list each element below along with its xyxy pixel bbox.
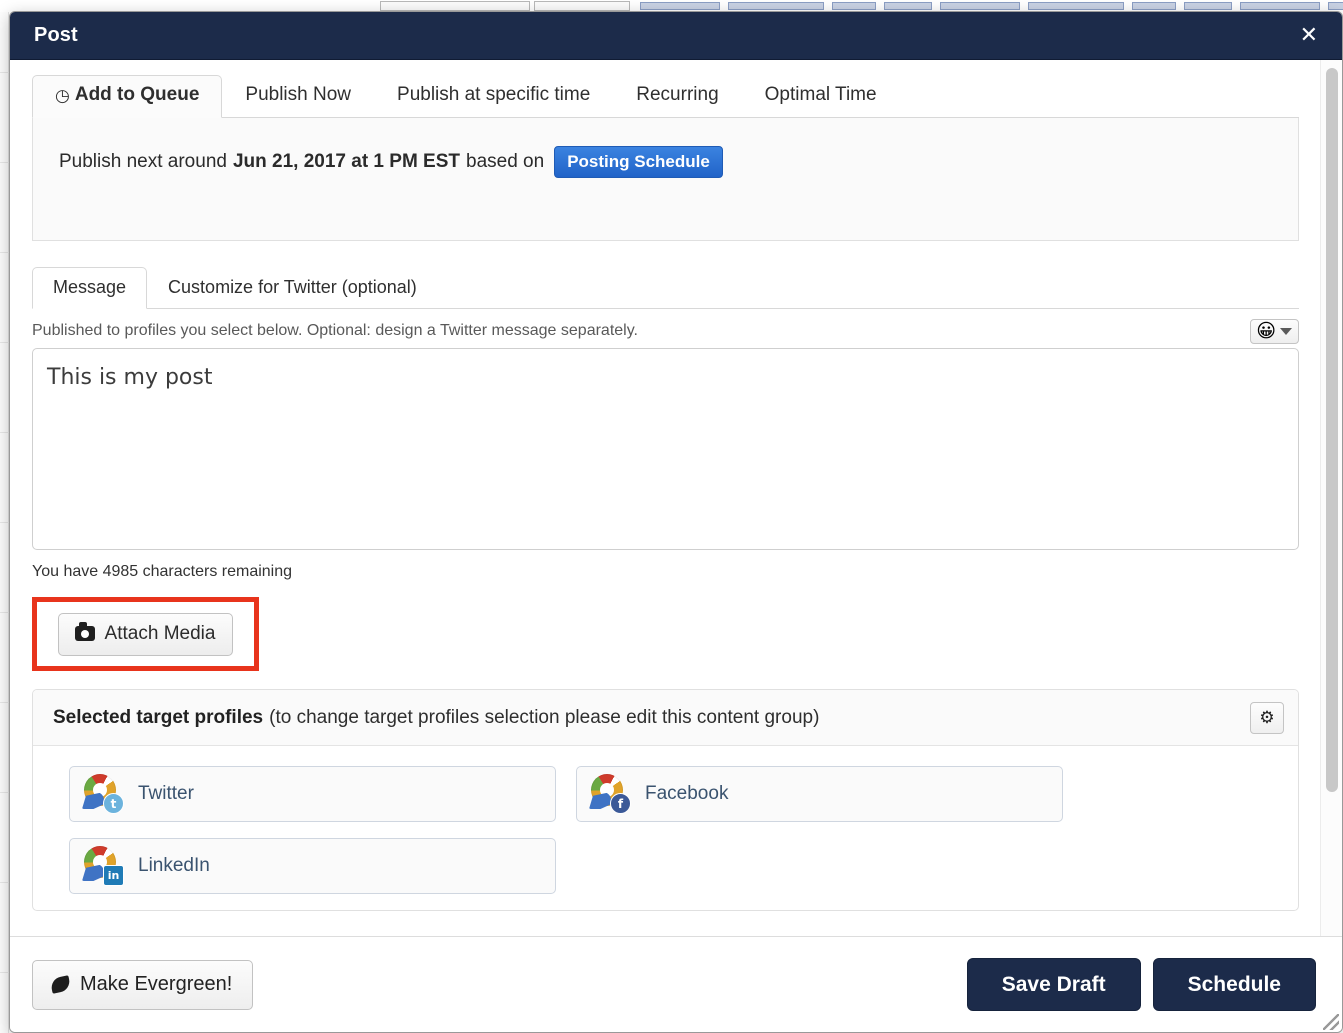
tab-recurring[interactable]: Recurring	[613, 75, 741, 118]
list-item[interactable]: in LinkedIn	[69, 838, 556, 894]
profile-name: LinkedIn	[138, 855, 210, 876]
message-helper-text: Published to profiles you select below. …	[32, 322, 638, 339]
attach-media-button[interactable]: Attach Media	[57, 612, 234, 656]
posting-schedule-button[interactable]: Posting Schedule	[554, 146, 723, 178]
smiley-icon: 😀	[1256, 319, 1276, 342]
attach-media-highlight: Attach Media	[32, 597, 259, 671]
schedule-line: Publish next around Jun 21, 2017 at 1 PM…	[59, 146, 1298, 178]
tab-customize-for-twitter[interactable]: Customize for Twitter (optional)	[147, 267, 438, 309]
linkedin-badge-icon: in	[103, 865, 124, 886]
background-left-strip	[0, 12, 9, 1033]
make-evergreen-label: Make Evergreen!	[80, 972, 233, 995]
schedule-button[interactable]: Schedule	[1152, 958, 1316, 1011]
modal-header: Post ✕	[10, 12, 1342, 60]
vertical-scrollbar[interactable]	[1320, 60, 1342, 936]
schedule-datetime: Jun 21, 2017 at 1 PM EST	[232, 151, 460, 172]
modal-body: ◷ Add to Queue Publish Now Publish at spe…	[10, 60, 1342, 936]
make-evergreen-button[interactable]: Make Evergreen!	[32, 959, 254, 1010]
tab-optimal-time[interactable]: Optimal Time	[742, 75, 900, 118]
save-draft-button[interactable]: Save Draft	[966, 958, 1141, 1011]
facebook-badge-icon: f	[610, 793, 631, 814]
gear-icon[interactable]: ⚙	[1250, 701, 1284, 734]
chevron-down-icon	[1280, 327, 1292, 335]
message-input[interactable]	[32, 348, 1299, 550]
message-helper-row: Published to profiles you select below. …	[32, 318, 1299, 344]
close-icon[interactable]: ✕	[1296, 23, 1322, 49]
schedule-info-panel: Publish next around Jun 21, 2017 at 1 PM…	[32, 118, 1299, 241]
modal-footer: Make Evergreen! Save Draft Schedule	[10, 936, 1342, 1032]
message-block: Message Customize for Twitter (optional)…	[32, 267, 1299, 581]
emoji-picker-button[interactable]: 😀	[1250, 318, 1299, 344]
profiles-title: Selected target profiles	[53, 706, 264, 728]
profile-name: Twitter	[138, 783, 194, 804]
attach-media-label: Attach Media	[104, 622, 216, 644]
profiles-grid: t Twitter f Facebook in LinkedIn	[33, 746, 1298, 910]
clock-icon: ◷	[55, 86, 70, 107]
character-counter: You have 4985 characters remaining	[32, 563, 293, 580]
tab-publish-at-specific-time[interactable]: Publish at specific time	[374, 75, 613, 118]
tab-add-to-queue[interactable]: ◷ Add to Queue	[32, 75, 223, 118]
avatar: in	[82, 846, 124, 886]
tab-message[interactable]: Message	[32, 267, 148, 309]
avatar: t	[82, 774, 124, 814]
tab-label: Add to Queue	[74, 84, 200, 106]
profile-name: Facebook	[645, 783, 729, 804]
schedule-suffix: based on	[466, 151, 545, 172]
profiles-subtitle: (to change target profiles selection ple…	[269, 706, 820, 728]
post-modal: Post ✕ ◷ Add to Queue Publish Now Publish…	[9, 11, 1343, 1033]
schedule-prefix: Publish next around	[59, 151, 227, 172]
list-item[interactable]: f Facebook	[576, 766, 1063, 822]
avatar: f	[589, 774, 631, 814]
message-tabs: Message Customize for Twitter (optional)	[32, 267, 1299, 309]
resize-grip[interactable]	[1323, 1014, 1339, 1030]
schedule-tabs: ◷ Add to Queue Publish Now Publish at spe…	[32, 74, 1299, 118]
leaf-icon	[49, 974, 72, 994]
footer-actions: Save Draft Schedule	[966, 958, 1316, 1011]
scrollbar-thumb[interactable]	[1326, 68, 1338, 792]
page-title: Post	[34, 24, 78, 46]
tab-publish-now[interactable]: Publish Now	[222, 75, 374, 118]
selected-target-profiles-panel: Selected target profiles (to change targ…	[32, 689, 1299, 911]
twitter-badge-icon: t	[103, 793, 124, 814]
profiles-panel-header: Selected target profiles (to change targ…	[33, 690, 1298, 746]
camera-icon	[74, 622, 95, 641]
list-item[interactable]: t Twitter	[69, 766, 556, 822]
